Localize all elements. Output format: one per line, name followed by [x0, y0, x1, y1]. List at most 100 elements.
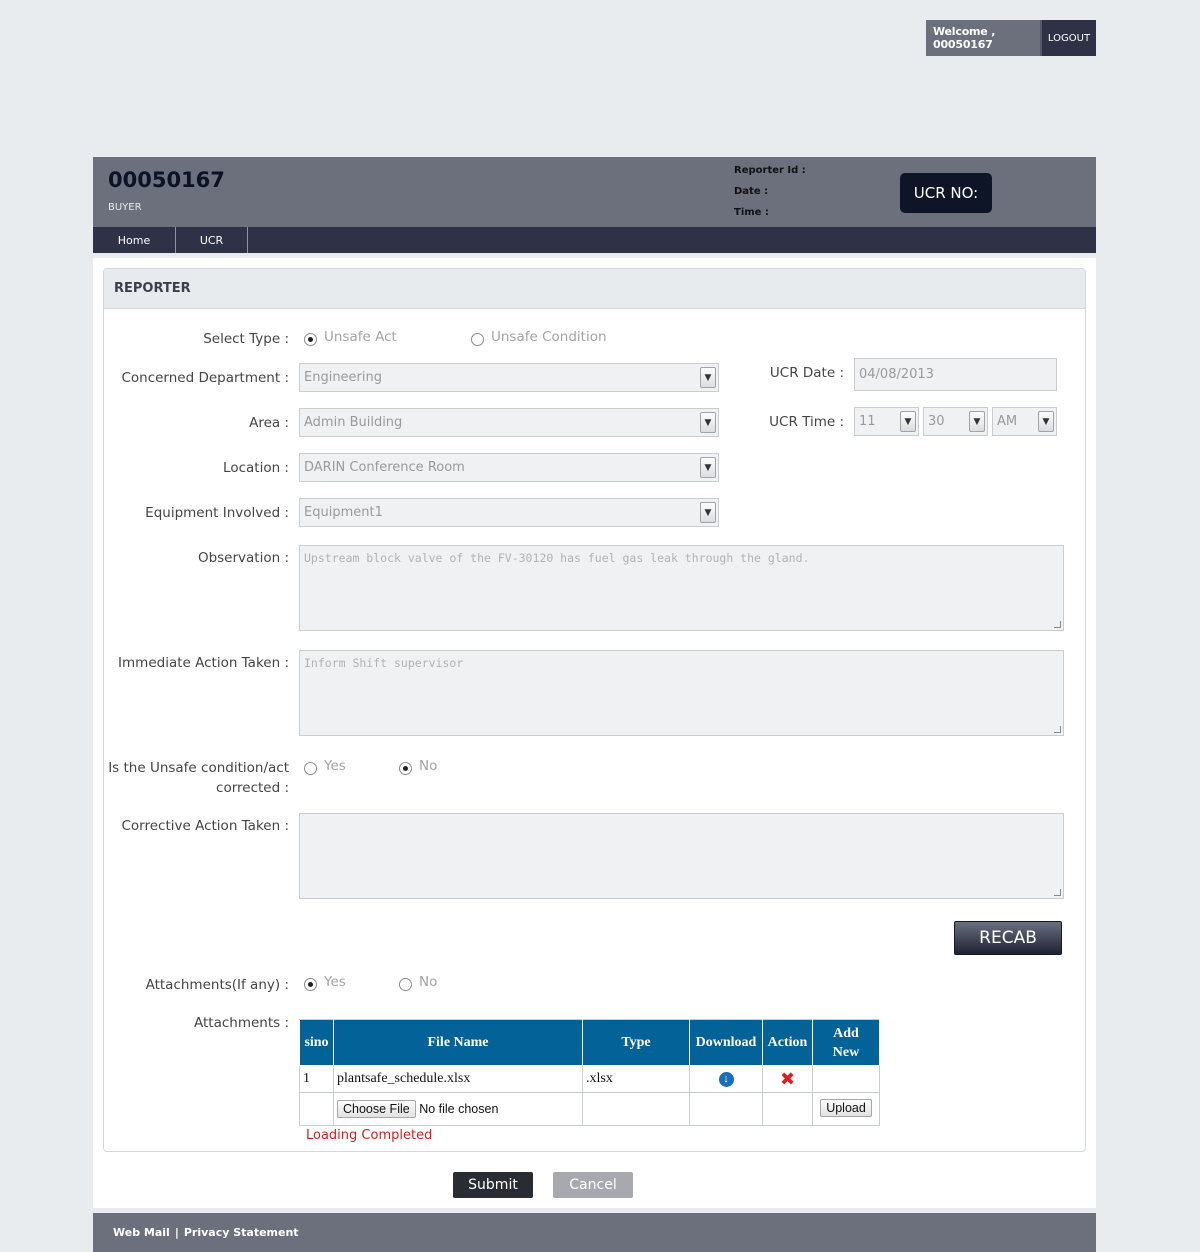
col-file-name: File Name [333, 1019, 583, 1066]
attachments-label: Attachments : [193, 1015, 289, 1031]
section-title: REPORTER [104, 269, 1085, 309]
ucr-time-ampm-select[interactable]: AM ▼ [992, 407, 1057, 436]
ucr-time-minute-select[interactable]: 30 ▼ [923, 407, 988, 436]
equipment-label: Equipment Involved : [145, 505, 289, 521]
attachments-table: sino File Name Type Download Action Add N… [299, 1019, 880, 1126]
upload-button-cell: Upload [812, 1092, 880, 1126]
immediate-action-label: Immediate Action Taken : [118, 655, 289, 671]
nav-home[interactable]: Home [93, 227, 176, 253]
chevron-down-icon: ▼ [969, 411, 985, 432]
upload-row: Choose File No file chosen Upload [299, 1092, 880, 1126]
col-sino: sino [299, 1019, 334, 1066]
location-select[interactable]: DARIN Conference Room ▼ [299, 453, 719, 482]
chevron-down-icon: ▼ [1038, 411, 1054, 432]
chevron-down-icon: ▼ [700, 502, 716, 523]
equipment-select[interactable]: Equipment1 ▼ [299, 498, 719, 527]
chevron-down-icon: ▼ [900, 411, 916, 432]
upload-download-cell [689, 1092, 763, 1126]
radio-unsafe-condition-label: Unsafe Condition [491, 329, 607, 345]
choose-file-button[interactable]: Choose File [337, 1100, 416, 1118]
delete-icon[interactable]: ✖ [780, 1069, 795, 1090]
logout-button[interactable]: LOGOUT [1040, 20, 1096, 56]
time-label: Time : [734, 207, 769, 218]
select-type-label: Select Type : [203, 331, 289, 347]
col-add-new-line1: Add [833, 1025, 859, 1041]
radio-corrected-no[interactable] [399, 762, 412, 775]
page-footer: Web Mail | Privacy Statement [93, 1213, 1096, 1252]
footer-separator: | [174, 1226, 179, 1239]
reporter-id-label: Reporter Id : [734, 165, 806, 176]
ucr-time-minute-value: 30 [928, 414, 945, 429]
corrective-action-textarea[interactable] [299, 813, 1064, 899]
reporter-section: REPORTER Select Type : Unsafe Act Unsafe… [103, 268, 1086, 1152]
nav-ucr[interactable]: UCR [176, 227, 248, 253]
table-row: 1 plantsafe_schedule.xlsx .xlsx ↓ ✖ [299, 1065, 880, 1093]
row-file-name: plantsafe_schedule.xlsx [333, 1065, 583, 1093]
radio-corrected-no-label: No [419, 758, 438, 774]
ucr-time-hour-select[interactable]: 11 ▼ [854, 407, 919, 436]
radio-attachments-no[interactable] [399, 978, 412, 991]
welcome-bar: Welcome , 00050167 LOGOUT [926, 20, 1096, 56]
cancel-button[interactable]: Cancel [553, 1172, 633, 1198]
ucr-date-value: 04/08/2013 [859, 367, 934, 382]
radio-attachments-no-label: No [419, 974, 438, 990]
date-label: Date : [734, 186, 769, 197]
privacy-link[interactable]: Privacy Statement [184, 1226, 299, 1239]
row-add-new-cell [812, 1065, 880, 1093]
row-type: .xlsx [582, 1065, 690, 1093]
recab-button[interactable]: RECAB [954, 921, 1062, 955]
table-header-row: sino File Name Type Download Action Add N… [299, 1019, 880, 1066]
department-label: Concerned Department : [121, 370, 289, 386]
area-label: Area : [249, 415, 289, 431]
ucr-number-box: UCR NO: [900, 173, 992, 213]
row-download-cell: ↓ [689, 1065, 763, 1093]
upload-file-cell: Choose File No file chosen [333, 1092, 583, 1126]
main-panel: REPORTER Select Type : Unsafe Act Unsafe… [93, 258, 1096, 1208]
corrected-label-line2: corrected : [216, 780, 289, 796]
upload-sino-cell [299, 1092, 334, 1126]
area-value: Admin Building [304, 415, 403, 430]
ucr-date-input[interactable]: 04/08/2013 [854, 358, 1057, 391]
user-role: BUYER [108, 202, 142, 213]
equipment-value: Equipment1 [304, 505, 383, 520]
webmail-link[interactable]: Web Mail [113, 1226, 170, 1239]
ucr-date-label: UCR Date : [769, 365, 844, 381]
col-download: Download [689, 1019, 763, 1066]
radio-attachments-yes-label: Yes [324, 974, 346, 990]
observation-textarea[interactable]: Upstream block valve of the FV-30120 has… [299, 545, 1064, 631]
ucr-time-hour-value: 11 [859, 414, 876, 429]
radio-corrected-yes-label: Yes [324, 758, 346, 774]
page-header: 00050167 BUYER Reporter Id : Date : Time… [93, 157, 1096, 227]
row-sino: 1 [299, 1065, 334, 1093]
col-add-new: Add New [812, 1019, 880, 1066]
upload-type-cell [582, 1092, 690, 1126]
upload-button[interactable]: Upload [820, 1099, 872, 1117]
main-nav: Home UCR [93, 227, 1096, 253]
radio-unsafe-act[interactable] [304, 333, 317, 346]
location-value: DARIN Conference Room [304, 460, 465, 475]
submit-button[interactable]: Submit [453, 1172, 533, 1198]
no-file-chosen: No file chosen [419, 1102, 499, 1116]
upload-action-cell [762, 1092, 813, 1126]
chevron-down-icon: ▼ [700, 457, 716, 478]
location-label: Location : [223, 460, 289, 476]
loading-status: Loading Completed [306, 1128, 433, 1143]
observation-label: Observation : [197, 550, 289, 566]
radio-attachments-yes[interactable] [304, 978, 317, 991]
col-type: Type [582, 1019, 690, 1066]
department-value: Engineering [304, 370, 382, 385]
radio-corrected-yes[interactable] [304, 762, 317, 775]
corrected-label-line1: Is the Unsafe condition/act [108, 760, 289, 776]
radio-unsafe-act-label: Unsafe Act [324, 329, 397, 345]
user-id: 00050167 [108, 168, 225, 192]
radio-unsafe-condition[interactable] [471, 333, 484, 346]
ucr-time-label: UCR Time : [769, 414, 844, 430]
row-action-cell: ✖ [762, 1065, 813, 1093]
col-add-new-line2: New [832, 1044, 860, 1060]
col-action: Action [762, 1019, 813, 1066]
attachments-any-label: Attachments(If any) : [145, 977, 289, 993]
welcome-text: Welcome , 00050167 [926, 20, 1040, 56]
download-icon[interactable]: ↓ [718, 1071, 734, 1087]
ucr-time-ampm-value: AM [997, 414, 1018, 429]
immediate-action-textarea[interactable]: Inform Shift supervisor [299, 650, 1064, 736]
